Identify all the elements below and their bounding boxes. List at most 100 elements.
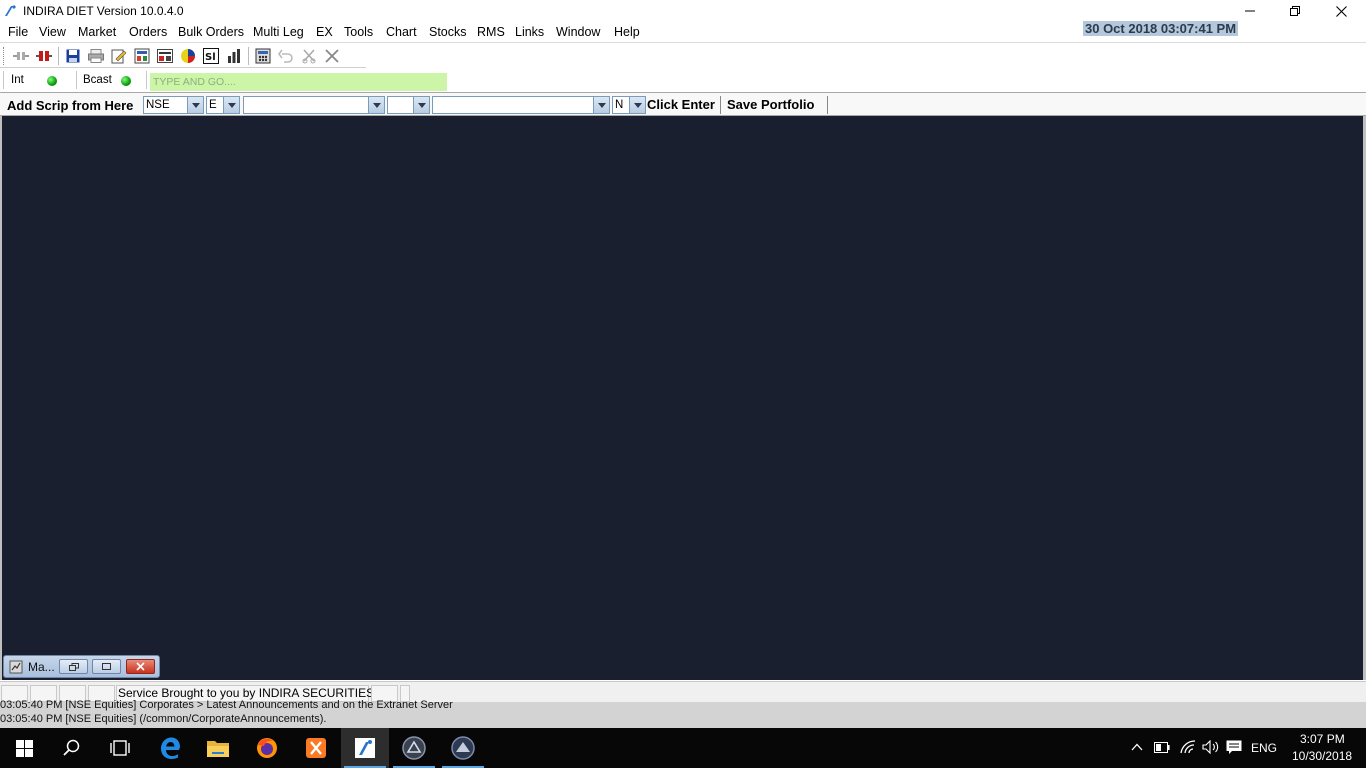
menu-rms[interactable]: RMS: [477, 25, 505, 39]
chevron-down-icon[interactable]: [593, 97, 609, 113]
undo-icon: [278, 49, 293, 63]
menu-view[interactable]: View: [39, 25, 66, 39]
calculator-icon: [255, 48, 271, 64]
settings-icon: [134, 48, 150, 64]
close-icon: [1335, 5, 1347, 17]
close-icon: [136, 662, 145, 671]
task-view-button[interactable]: [96, 728, 144, 768]
int-label: Int: [11, 74, 24, 86]
restore-button[interactable]: [1272, 0, 1318, 22]
chart-button[interactable]: [225, 47, 243, 65]
taskbar-date[interactable]: 10/30/2018: [1292, 749, 1352, 763]
save-button[interactable]: [64, 47, 82, 65]
log-line: 03:05:40 PM [NSE Equities] Corporates > …: [0, 699, 453, 711]
restore-icon: [68, 662, 79, 671]
type-and-go-input[interactable]: [150, 73, 447, 91]
firefox-icon: [257, 738, 277, 758]
chevron-down-icon[interactable]: [187, 97, 203, 113]
menu-orders[interactable]: Orders: [129, 25, 167, 39]
taskbar-indira-diet[interactable]: [341, 728, 389, 768]
chevron-down-icon[interactable]: [413, 97, 429, 113]
title-bar: INDIRA DIET Version 10.0.4.0: [0, 0, 1366, 22]
taskbar-time[interactable]: 3:07 PM: [1300, 732, 1345, 746]
menu-bulk-orders[interactable]: Bulk Orders: [178, 25, 244, 39]
close-button[interactable]: [1318, 0, 1364, 22]
settings-button[interactable]: [133, 47, 151, 65]
task-view-icon: [110, 740, 130, 756]
app-circle-icon: [402, 736, 426, 760]
chevron-up-icon[interactable]: [1131, 743, 1143, 751]
edge-browser-icon: [161, 737, 180, 759]
exchange-combo[interactable]: NSE: [143, 96, 204, 114]
mdi-workspace: [0, 116, 1366, 680]
minwin-restore-button[interactable]: [59, 659, 88, 674]
bcast-label: Bcast: [83, 74, 112, 86]
menu-stocks[interactable]: Stocks: [429, 25, 467, 39]
taskbar-app-2[interactable]: [439, 728, 487, 768]
calculator-button[interactable]: [254, 47, 272, 65]
exchange-value: NSE: [146, 99, 170, 111]
chevron-down-icon[interactable]: [368, 97, 384, 113]
cut-button[interactable]: [300, 47, 318, 65]
segment-combo[interactable]: E: [206, 96, 240, 114]
app-root: INDIRA DIET Version 10.0.4.0 File View M…: [0, 0, 1366, 768]
minimize-button[interactable]: [1227, 0, 1273, 22]
menu-multi-leg[interactable]: Multi Leg: [253, 25, 304, 39]
chart-icon: [228, 49, 240, 63]
taskbar-edge[interactable]: [146, 728, 194, 768]
menu-chart[interactable]: Chart: [386, 25, 417, 39]
disconnect-button[interactable]: [35, 47, 53, 65]
expiry-combo[interactable]: [432, 96, 610, 114]
toolbar-separator: [58, 47, 59, 65]
chevron-down-icon[interactable]: [629, 97, 645, 113]
menu-file[interactable]: File: [8, 25, 28, 39]
segment-value: E: [209, 99, 217, 111]
close-window-button[interactable]: [323, 47, 341, 65]
search-icon: [63, 739, 80, 756]
main-toolbar: Sl: [0, 44, 366, 68]
indira-diet-icon: [355, 738, 375, 758]
language-indicator[interactable]: ENG: [1251, 741, 1277, 755]
type-value: N: [615, 99, 624, 111]
minwin-maximize-button[interactable]: [92, 659, 121, 674]
app-logo-icon: [5, 5, 16, 16]
restore-icon: [1290, 6, 1300, 16]
minwin-close-button[interactable]: [126, 659, 155, 674]
battery-icon[interactable]: [1154, 742, 1170, 753]
menu-window[interactable]: Window: [556, 25, 600, 39]
menu-links[interactable]: Links: [515, 25, 544, 39]
wifi-icon[interactable]: [1180, 740, 1196, 754]
pie-button[interactable]: [179, 47, 197, 65]
print-button[interactable]: [87, 47, 105, 65]
menu-tools[interactable]: Tools: [344, 25, 373, 39]
chevron-down-icon[interactable]: [223, 97, 239, 113]
taskbar-app-1[interactable]: [390, 728, 438, 768]
windows-taskbar: ENG 3:07 PM 10/30/2018: [0, 728, 1366, 768]
menu-help[interactable]: Help: [614, 25, 640, 39]
log-line: 03:05:40 PM [NSE Equities] (/common/Corp…: [0, 713, 327, 725]
pie-icon: [181, 49, 195, 63]
dashboard-button[interactable]: [156, 47, 174, 65]
search-button[interactable]: [48, 728, 96, 768]
taskbar-file-explorer[interactable]: [194, 728, 242, 768]
series-combo[interactable]: [387, 96, 430, 114]
menu-ex[interactable]: EX: [316, 25, 333, 39]
taskbar-firefox[interactable]: [243, 728, 291, 768]
toolbar-separator: [248, 47, 249, 65]
undo-button[interactable]: [277, 47, 295, 65]
volume-icon[interactable]: [1202, 740, 1219, 754]
menu-market[interactable]: Market: [78, 25, 116, 39]
int-status-led-icon: [47, 76, 57, 86]
save-portfolio-button[interactable]: Save Portfolio: [727, 97, 814, 112]
minimized-window[interactable]: Ma...: [3, 655, 160, 678]
connect-button[interactable]: [12, 47, 30, 65]
symbol-combo[interactable]: [243, 96, 385, 114]
report-button[interactable]: Sl: [202, 47, 220, 65]
type-combo[interactable]: N: [612, 96, 646, 114]
taskbar-xampp[interactable]: [292, 728, 340, 768]
edit-button[interactable]: [110, 47, 128, 65]
notifications-icon[interactable]: [1226, 740, 1242, 755]
click-enter-button[interactable]: Click Enter: [647, 97, 715, 112]
start-button[interactable]: [0, 728, 48, 768]
window-title: INDIRA DIET Version 10.0.4.0: [23, 4, 184, 18]
